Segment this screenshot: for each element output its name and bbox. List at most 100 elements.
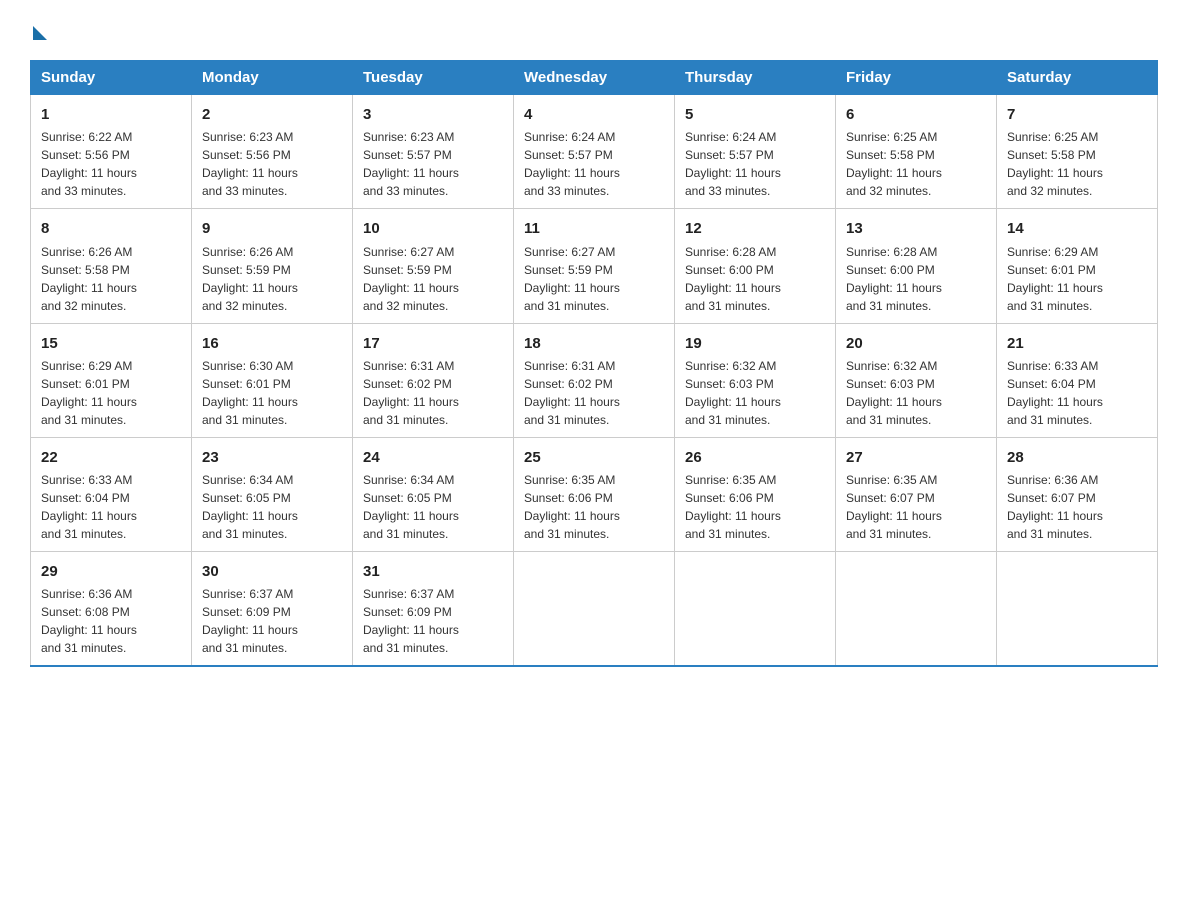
page-header [30, 20, 1158, 40]
calendar-cell: 25Sunrise: 6:35 AMSunset: 6:06 PMDayligh… [514, 437, 675, 551]
calendar-cell [675, 552, 836, 667]
day-number: 8 [41, 217, 181, 240]
day-info: Sunrise: 6:35 AMSunset: 6:07 PMDaylight:… [846, 471, 986, 543]
day-info: Sunrise: 6:33 AMSunset: 6:04 PMDaylight:… [1007, 357, 1147, 429]
day-number: 22 [41, 446, 181, 469]
calendar-week-row: 15Sunrise: 6:29 AMSunset: 6:01 PMDayligh… [31, 323, 1158, 437]
day-info: Sunrise: 6:27 AMSunset: 5:59 PMDaylight:… [524, 243, 664, 315]
day-info: Sunrise: 6:36 AMSunset: 6:08 PMDaylight:… [41, 585, 181, 657]
day-info: Sunrise: 6:24 AMSunset: 5:57 PMDaylight:… [685, 128, 825, 200]
column-header-tuesday: Tuesday [353, 61, 514, 95]
calendar-cell: 11 Sunrise: 6:27 AMSunset: 5:59 PMDayligh… [514, 209, 675, 323]
day-number: 20 [846, 332, 986, 355]
day-number: 19 [685, 332, 825, 355]
calendar-cell: 22Sunrise: 6:33 AMSunset: 6:04 PMDayligh… [31, 437, 192, 551]
day-info: Sunrise: 6:34 AMSunset: 6:05 PMDaylight:… [363, 471, 503, 543]
day-info: Sunrise: 6:24 AMSunset: 5:57 PMDaylight:… [524, 128, 664, 200]
day-number: 23 [202, 446, 342, 469]
column-header-thursday: Thursday [675, 61, 836, 95]
day-info: Sunrise: 6:34 AMSunset: 6:05 PMDaylight:… [202, 471, 342, 543]
calendar-cell: 14Sunrise: 6:29 AMSunset: 6:01 PMDayligh… [997, 209, 1158, 323]
calendar-cell: 8Sunrise: 6:26 AMSunset: 5:58 PMDaylight… [31, 209, 192, 323]
day-info: Sunrise: 6:35 AMSunset: 6:06 PMDaylight:… [524, 471, 664, 543]
calendar-table: SundayMondayTuesdayWednesdayThursdayFrid… [30, 60, 1158, 667]
day-number: 12 [685, 217, 825, 240]
day-info: Sunrise: 6:23 AMSunset: 5:56 PMDaylight:… [202, 128, 342, 200]
day-number: 9 [202, 217, 342, 240]
calendar-cell: 24Sunrise: 6:34 AMSunset: 6:05 PMDayligh… [353, 437, 514, 551]
day-number: 7 [1007, 103, 1147, 126]
day-info: Sunrise: 6:37 AMSunset: 6:09 PMDaylight:… [202, 585, 342, 657]
day-number: 10 [363, 217, 503, 240]
calendar-cell: 21Sunrise: 6:33 AMSunset: 6:04 PMDayligh… [997, 323, 1158, 437]
day-info: Sunrise: 6:30 AMSunset: 6:01 PMDaylight:… [202, 357, 342, 429]
day-number: 3 [363, 103, 503, 126]
calendar-cell: 17Sunrise: 6:31 AMSunset: 6:02 PMDayligh… [353, 323, 514, 437]
calendar-cell: 27Sunrise: 6:35 AMSunset: 6:07 PMDayligh… [836, 437, 997, 551]
column-header-sunday: Sunday [31, 61, 192, 95]
column-header-friday: Friday [836, 61, 997, 95]
day-number: 29 [41, 560, 181, 583]
calendar-cell: 29Sunrise: 6:36 AMSunset: 6:08 PMDayligh… [31, 552, 192, 667]
day-number: 2 [202, 103, 342, 126]
calendar-week-row: 22Sunrise: 6:33 AMSunset: 6:04 PMDayligh… [31, 437, 1158, 551]
calendar-cell: 1Sunrise: 6:22 AMSunset: 5:56 PMDaylight… [31, 95, 192, 209]
day-info: Sunrise: 6:25 AMSunset: 5:58 PMDaylight:… [1007, 128, 1147, 200]
day-info: Sunrise: 6:26 AMSunset: 5:59 PMDaylight:… [202, 243, 342, 315]
day-number: 13 [846, 217, 986, 240]
day-info: Sunrise: 6:36 AMSunset: 6:07 PMDaylight:… [1007, 471, 1147, 543]
day-number: 18 [524, 332, 664, 355]
calendar-cell: 18Sunrise: 6:31 AMSunset: 6:02 PMDayligh… [514, 323, 675, 437]
day-number: 24 [363, 446, 503, 469]
calendar-cell: 28Sunrise: 6:36 AMSunset: 6:07 PMDayligh… [997, 437, 1158, 551]
day-number: 26 [685, 446, 825, 469]
calendar-cell: 5Sunrise: 6:24 AMSunset: 5:57 PMDaylight… [675, 95, 836, 209]
day-number: 30 [202, 560, 342, 583]
calendar-cell: 26Sunrise: 6:35 AMSunset: 6:06 PMDayligh… [675, 437, 836, 551]
day-info: Sunrise: 6:31 AMSunset: 6:02 PMDaylight:… [524, 357, 664, 429]
calendar-cell: 7Sunrise: 6:25 AMSunset: 5:58 PMDaylight… [997, 95, 1158, 209]
day-info: Sunrise: 6:29 AMSunset: 6:01 PMDaylight:… [1007, 243, 1147, 315]
calendar-cell: 19Sunrise: 6:32 AMSunset: 6:03 PMDayligh… [675, 323, 836, 437]
day-number: 27 [846, 446, 986, 469]
day-info: Sunrise: 6:31 AMSunset: 6:02 PMDaylight:… [363, 357, 503, 429]
day-info: Sunrise: 6:35 AMSunset: 6:06 PMDaylight:… [685, 471, 825, 543]
day-info: Sunrise: 6:32 AMSunset: 6:03 PMDaylight:… [685, 357, 825, 429]
calendar-cell: 31Sunrise: 6:37 AMSunset: 6:09 PMDayligh… [353, 552, 514, 667]
calendar-cell: 20Sunrise: 6:32 AMSunset: 6:03 PMDayligh… [836, 323, 997, 437]
column-header-wednesday: Wednesday [514, 61, 675, 95]
day-info: Sunrise: 6:28 AMSunset: 6:00 PMDaylight:… [685, 243, 825, 315]
day-info: Sunrise: 6:28 AMSunset: 6:00 PMDaylight:… [846, 243, 986, 315]
day-info: Sunrise: 6:22 AMSunset: 5:56 PMDaylight:… [41, 128, 181, 200]
calendar-cell [514, 552, 675, 667]
calendar-week-row: 29Sunrise: 6:36 AMSunset: 6:08 PMDayligh… [31, 552, 1158, 667]
day-info: Sunrise: 6:29 AMSunset: 6:01 PMDaylight:… [41, 357, 181, 429]
column-header-saturday: Saturday [997, 61, 1158, 95]
day-number: 5 [685, 103, 825, 126]
day-info: Sunrise: 6:25 AMSunset: 5:58 PMDaylight:… [846, 128, 986, 200]
calendar-cell [997, 552, 1158, 667]
calendar-header-row: SundayMondayTuesdayWednesdayThursdayFrid… [31, 61, 1158, 95]
calendar-cell: 23Sunrise: 6:34 AMSunset: 6:05 PMDayligh… [192, 437, 353, 551]
calendar-cell: 13 Sunrise: 6:28 AMSunset: 6:00 PMDayligh… [836, 209, 997, 323]
calendar-week-row: 8Sunrise: 6:26 AMSunset: 5:58 PMDaylight… [31, 209, 1158, 323]
calendar-cell: 30Sunrise: 6:37 AMSunset: 6:09 PMDayligh… [192, 552, 353, 667]
day-number: 11 [524, 217, 664, 240]
day-number: 25 [524, 446, 664, 469]
day-number: 15 [41, 332, 181, 355]
day-info: Sunrise: 6:23 AMSunset: 5:57 PMDaylight:… [363, 128, 503, 200]
calendar-cell: 12 Sunrise: 6:28 AMSunset: 6:00 PMDayligh… [675, 209, 836, 323]
day-number: 6 [846, 103, 986, 126]
calendar-week-row: 1Sunrise: 6:22 AMSunset: 5:56 PMDaylight… [31, 95, 1158, 209]
day-info: Sunrise: 6:37 AMSunset: 6:09 PMDaylight:… [363, 585, 503, 657]
day-number: 17 [363, 332, 503, 355]
day-number: 31 [363, 560, 503, 583]
day-info: Sunrise: 6:27 AMSunset: 5:59 PMDaylight:… [363, 243, 503, 315]
calendar-cell: 6Sunrise: 6:25 AMSunset: 5:58 PMDaylight… [836, 95, 997, 209]
calendar-cell: 2Sunrise: 6:23 AMSunset: 5:56 PMDaylight… [192, 95, 353, 209]
calendar-cell: 3Sunrise: 6:23 AMSunset: 5:57 PMDaylight… [353, 95, 514, 209]
calendar-cell [836, 552, 997, 667]
day-number: 1 [41, 103, 181, 126]
calendar-cell: 15Sunrise: 6:29 AMSunset: 6:01 PMDayligh… [31, 323, 192, 437]
day-number: 16 [202, 332, 342, 355]
